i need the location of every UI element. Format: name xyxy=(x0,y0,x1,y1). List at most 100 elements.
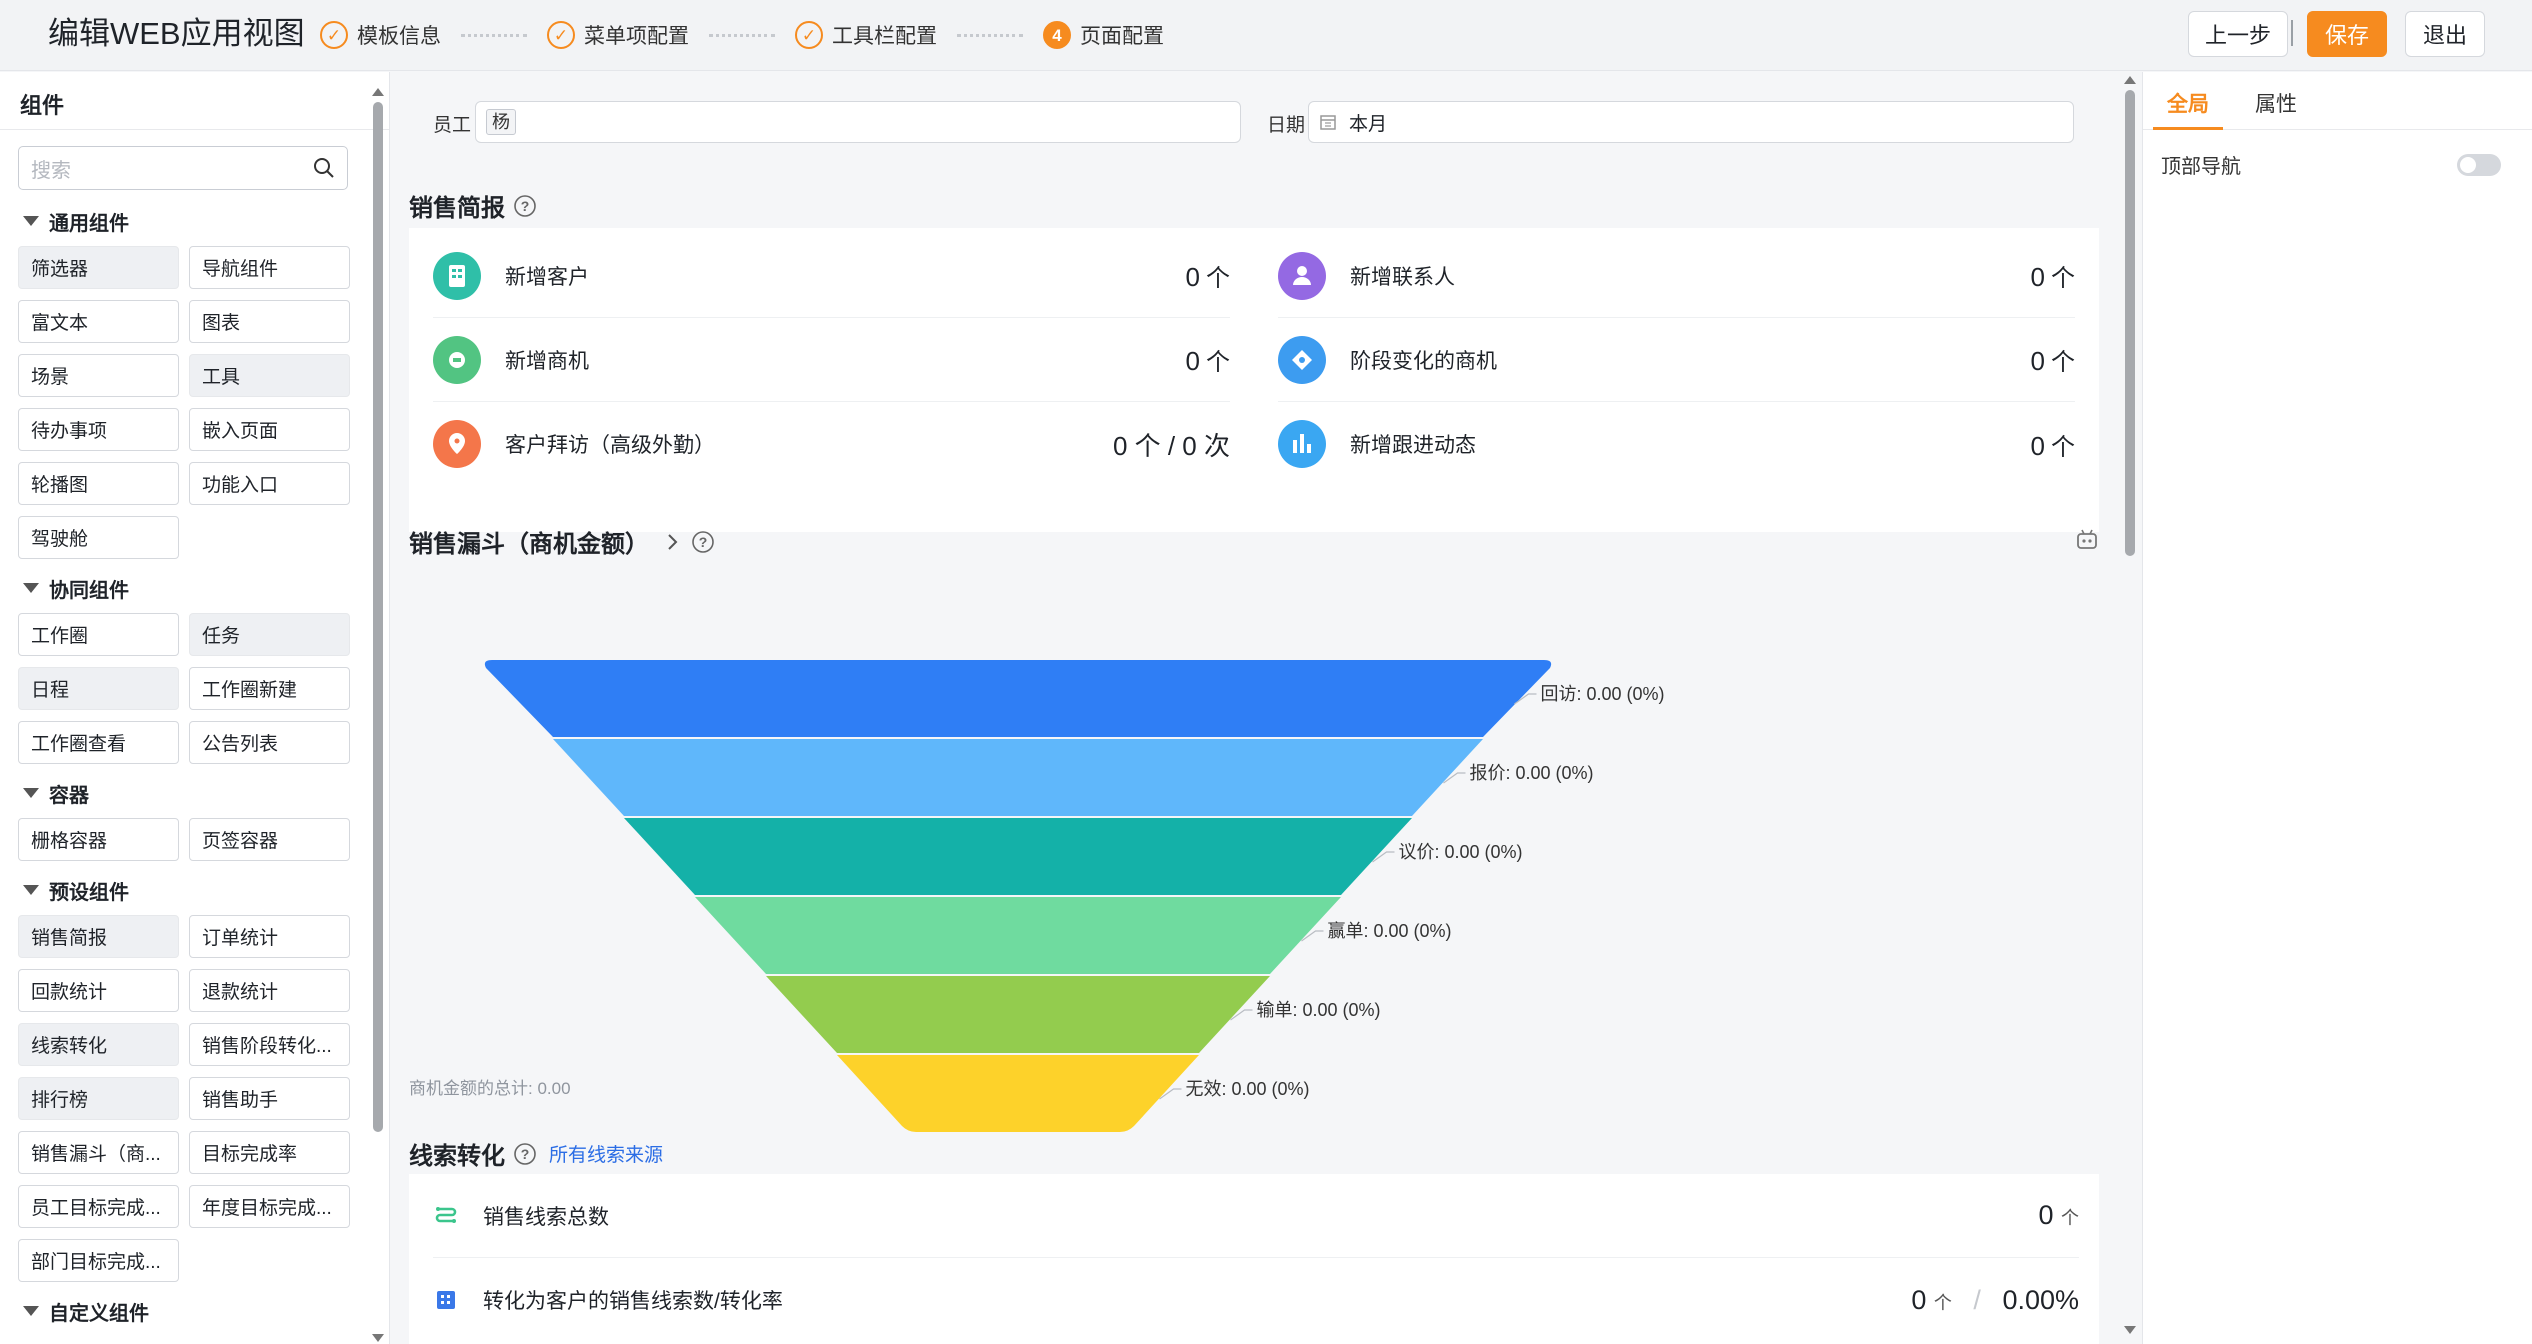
property-tabs: 全局 属性 xyxy=(2143,72,2532,130)
component-item[interactable]: 富文本 xyxy=(18,300,179,343)
funnel-stage-报价[interactable] xyxy=(553,739,1483,816)
employee-tag[interactable]: 杨 xyxy=(486,109,516,135)
canvas-scrollbar[interactable] xyxy=(2122,72,2136,1344)
funnel-stage-议价[interactable] xyxy=(624,818,1412,895)
wizard-steps: ✓ 模板信息 ✓ 菜单项配置 ✓ 工具栏配置 4 页面配置 xyxy=(320,19,1164,51)
step-label: 工具栏配置 xyxy=(832,25,937,48)
top-nav-toggle[interactable] xyxy=(2457,153,2501,176)
sales-funnel-chart: 回访: 0.00 (0%) 报价: 0.00 (0%) 议价: 0.00 (0%) 赢… xyxy=(484,660,1665,1132)
funnel-stage-赢单[interactable] xyxy=(695,897,1341,974)
brief-stat-row[interactable]: 客户拜访（高级外勤） 0 个 / 0 次 xyxy=(433,402,1230,486)
component-search-input[interactable]: 搜索 xyxy=(18,146,348,190)
funnel-stage-输单[interactable] xyxy=(766,976,1270,1053)
category-header[interactable]: 容器 xyxy=(18,776,348,810)
component-item[interactable]: 年度目标完成... xyxy=(189,1185,350,1228)
component-item[interactable]: 公告列表 xyxy=(189,721,350,764)
component-item[interactable]: 功能入口 xyxy=(189,462,350,505)
component-item[interactable]: 销售阶段转化... xyxy=(189,1023,350,1066)
caret-down-icon xyxy=(23,216,39,226)
brief-stat-row[interactable]: 新增客户 0 个 xyxy=(433,234,1230,318)
brief-stat-unit: 个 xyxy=(2051,349,2075,376)
component-item[interactable]: 目标完成率 xyxy=(189,1131,350,1174)
category-header[interactable]: 预设组件 xyxy=(18,873,348,907)
component-item[interactable]: 工作圈 xyxy=(18,613,179,656)
component-item[interactable]: 退款统计 xyxy=(189,969,350,1012)
component-item[interactable]: 线索转化 xyxy=(18,1023,179,1066)
property-panel: 全局 属性 顶部导航 xyxy=(2142,72,2532,1344)
component-item[interactable]: 嵌入页面 xyxy=(189,408,350,451)
component-grid: 工作圈 任务 日程 工作圈新建 工作圈查看 公告列表 xyxy=(18,613,350,764)
category-title: 协同组件 xyxy=(49,579,129,602)
robot-icon[interactable] xyxy=(2075,528,2099,550)
component-grid: 筛选器 导航组件 富文本 图表 场景 工具 待办事项 嵌入页面 轮播图 功能入口 驾驶舱 xyxy=(18,246,350,559)
brief-stat-row[interactable]: 新增商机 0 个 xyxy=(433,318,1230,402)
component-item[interactable]: 工作圈查看 xyxy=(18,721,179,764)
component-item[interactable]: 销售漏斗（商... xyxy=(18,1131,179,1174)
component-item[interactable]: 订单统计 xyxy=(189,915,350,958)
category-header[interactable]: 协同组件 xyxy=(18,571,348,605)
funnel-stage-回访[interactable] xyxy=(484,660,1552,737)
scroll-thumb[interactable] xyxy=(2125,90,2135,556)
lead-total-row: 销售线索总数 0 个 xyxy=(433,1174,2079,1258)
brief-stat-row[interactable]: 新增联系人 0 个 xyxy=(1278,234,2075,318)
bar-chart-icon xyxy=(1278,420,1326,468)
all-lead-sources-link[interactable]: 所有线索来源 xyxy=(549,1140,663,1167)
category-header[interactable]: 自定义组件 xyxy=(18,1294,348,1328)
brief-stat-row[interactable]: 阶段变化的商机 0 个 xyxy=(1278,318,2075,402)
component-item[interactable]: 驾驶舱 xyxy=(18,516,179,559)
help-icon[interactable]: ? xyxy=(691,530,715,554)
left-panel-scrollbar[interactable] xyxy=(370,88,384,1344)
component-item[interactable]: 轮播图 xyxy=(18,462,179,505)
component-item[interactable]: 员工目标完成... xyxy=(18,1185,179,1228)
tab-properties[interactable]: 属性 xyxy=(2241,72,2311,130)
check-icon: ✓ xyxy=(547,21,575,49)
scroll-thumb[interactable] xyxy=(373,102,383,1132)
component-item[interactable]: 筛选器 xyxy=(18,246,179,289)
scroll-down-arrow-icon[interactable] xyxy=(2124,1326,2136,1334)
component-item[interactable]: 部门目标完成... xyxy=(18,1239,179,1282)
step-template-info[interactable]: ✓ 模板信息 xyxy=(320,20,441,50)
component-item[interactable]: 工具 xyxy=(189,354,350,397)
opportunity-icon xyxy=(433,335,481,384)
caret-down-icon xyxy=(23,788,39,798)
category-title: 预设组件 xyxy=(49,881,129,904)
top-header: 编辑WEB应用视图 ✓ 模板信息 ✓ 菜单项配置 ✓ 工具栏配置 4 页面配置 … xyxy=(0,0,2532,71)
component-item[interactable]: 销售简报 xyxy=(18,915,179,958)
component-item[interactable]: 导航组件 xyxy=(189,246,350,289)
scroll-up-arrow-icon[interactable] xyxy=(372,88,384,96)
component-item[interactable]: 回款统计 xyxy=(18,969,179,1012)
funnel-stage-无效[interactable] xyxy=(837,1055,1199,1132)
category-header[interactable]: 通用组件 xyxy=(18,204,348,238)
step-menu-config[interactable]: ✓ 菜单项配置 xyxy=(547,20,689,50)
lead-converted-value: 0 个 / 0.00% xyxy=(1911,1285,2079,1316)
component-item[interactable]: 销售助手 xyxy=(189,1077,350,1120)
funnel-stage-label: 报价: 0.00 (0%) xyxy=(1470,763,1594,783)
component-item[interactable]: 场景 xyxy=(18,354,179,397)
chevron-right-icon[interactable] xyxy=(663,530,683,554)
employee-filter-field[interactable]: 杨 xyxy=(475,101,1241,143)
step-toolbar-config[interactable]: ✓ 工具栏配置 xyxy=(795,20,937,50)
scroll-down-arrow-icon[interactable] xyxy=(372,1334,384,1342)
tab-global[interactable]: 全局 xyxy=(2153,72,2223,130)
search-icon[interactable] xyxy=(313,157,335,179)
component-item[interactable]: 排行榜 xyxy=(18,1077,179,1120)
component-item[interactable]: 待办事项 xyxy=(18,408,179,451)
component-item[interactable]: 栅格容器 xyxy=(18,818,179,861)
prev-step-button[interactable]: 上一步 xyxy=(2188,11,2288,57)
brief-stat-row[interactable]: 新增跟进动态 0 个 xyxy=(1278,402,2075,486)
component-item[interactable]: 图表 xyxy=(189,300,350,343)
component-item[interactable]: 工作圈新建 xyxy=(189,667,350,710)
component-item[interactable]: 日程 xyxy=(18,667,179,710)
caret-down-icon xyxy=(23,583,39,593)
help-icon[interactable]: ? xyxy=(513,1142,537,1166)
step-page-config[interactable]: 4 页面配置 xyxy=(1043,20,1164,50)
exit-button[interactable]: 退出 xyxy=(2405,11,2485,57)
brief-stat-value: 0个 xyxy=(2031,258,2075,293)
person-icon xyxy=(1278,251,1326,300)
component-item[interactable]: 页签容器 xyxy=(189,818,350,861)
component-item[interactable]: 任务 xyxy=(189,613,350,656)
scroll-up-arrow-icon[interactable] xyxy=(2124,76,2136,84)
funnel-stage-label: 无效: 0.00 (0%) xyxy=(1186,1079,1310,1099)
save-button[interactable]: 保存 xyxy=(2307,11,2387,57)
date-filter-field[interactable]: 本月 xyxy=(1308,101,2074,143)
